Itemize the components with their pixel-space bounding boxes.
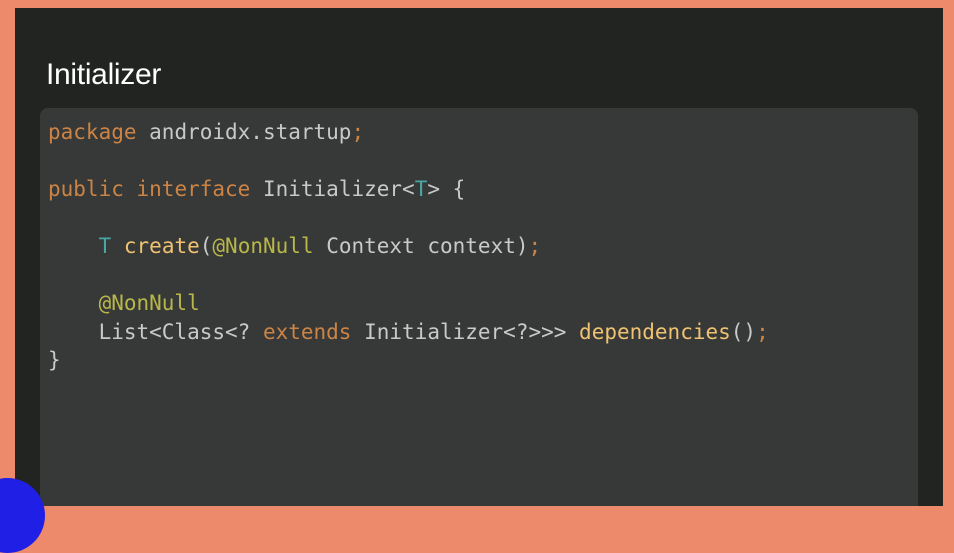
keyword-package: package [48,120,137,144]
annotation-nonnull: @NonNull [98,291,200,315]
semicolon: ; [351,120,365,144]
type-param-t: T [414,177,428,201]
close-brace: } [48,348,61,372]
generic-type: Initializer<?>>> [351,319,580,344]
code-line-7: @NonNull [48,289,769,318]
params: Context context) [313,234,529,258]
interface-name: Initializer< [250,177,415,201]
slide: Initializer package androidx.startup; pub… [15,8,943,506]
code-line-8: List<Class<? extends Initializer<?>>> de… [48,318,769,347]
code-line-5: T create(@NonNull Context context); [48,232,769,261]
code-line-3: public interface Initializer<T> { [48,175,769,204]
code-line-1: package androidx.startup; [48,118,769,147]
semicolon: ; [756,319,769,344]
open-paren: ( [199,234,213,258]
code-line-9: } [48,346,769,375]
method-dependencies: dependencies [579,319,731,344]
code-panel: package androidx.startup; public interfac… [40,108,918,506]
semicolon: ; [528,234,542,258]
return-type-t: T [98,234,112,258]
annotation-nonnull: @NonNull [212,234,314,258]
keyword-public: public [48,177,124,201]
slide-title: Initializer [46,58,162,91]
package-name: androidx.startup [136,120,352,144]
list-type: List<Class<? [98,319,263,344]
keyword-extends: extends [262,319,352,344]
parens: () [730,319,757,344]
keyword-interface: interface [136,177,251,201]
method-create: create [123,234,200,258]
open-brace: > { [427,177,466,201]
code-block: package androidx.startup; public interfac… [48,118,769,375]
